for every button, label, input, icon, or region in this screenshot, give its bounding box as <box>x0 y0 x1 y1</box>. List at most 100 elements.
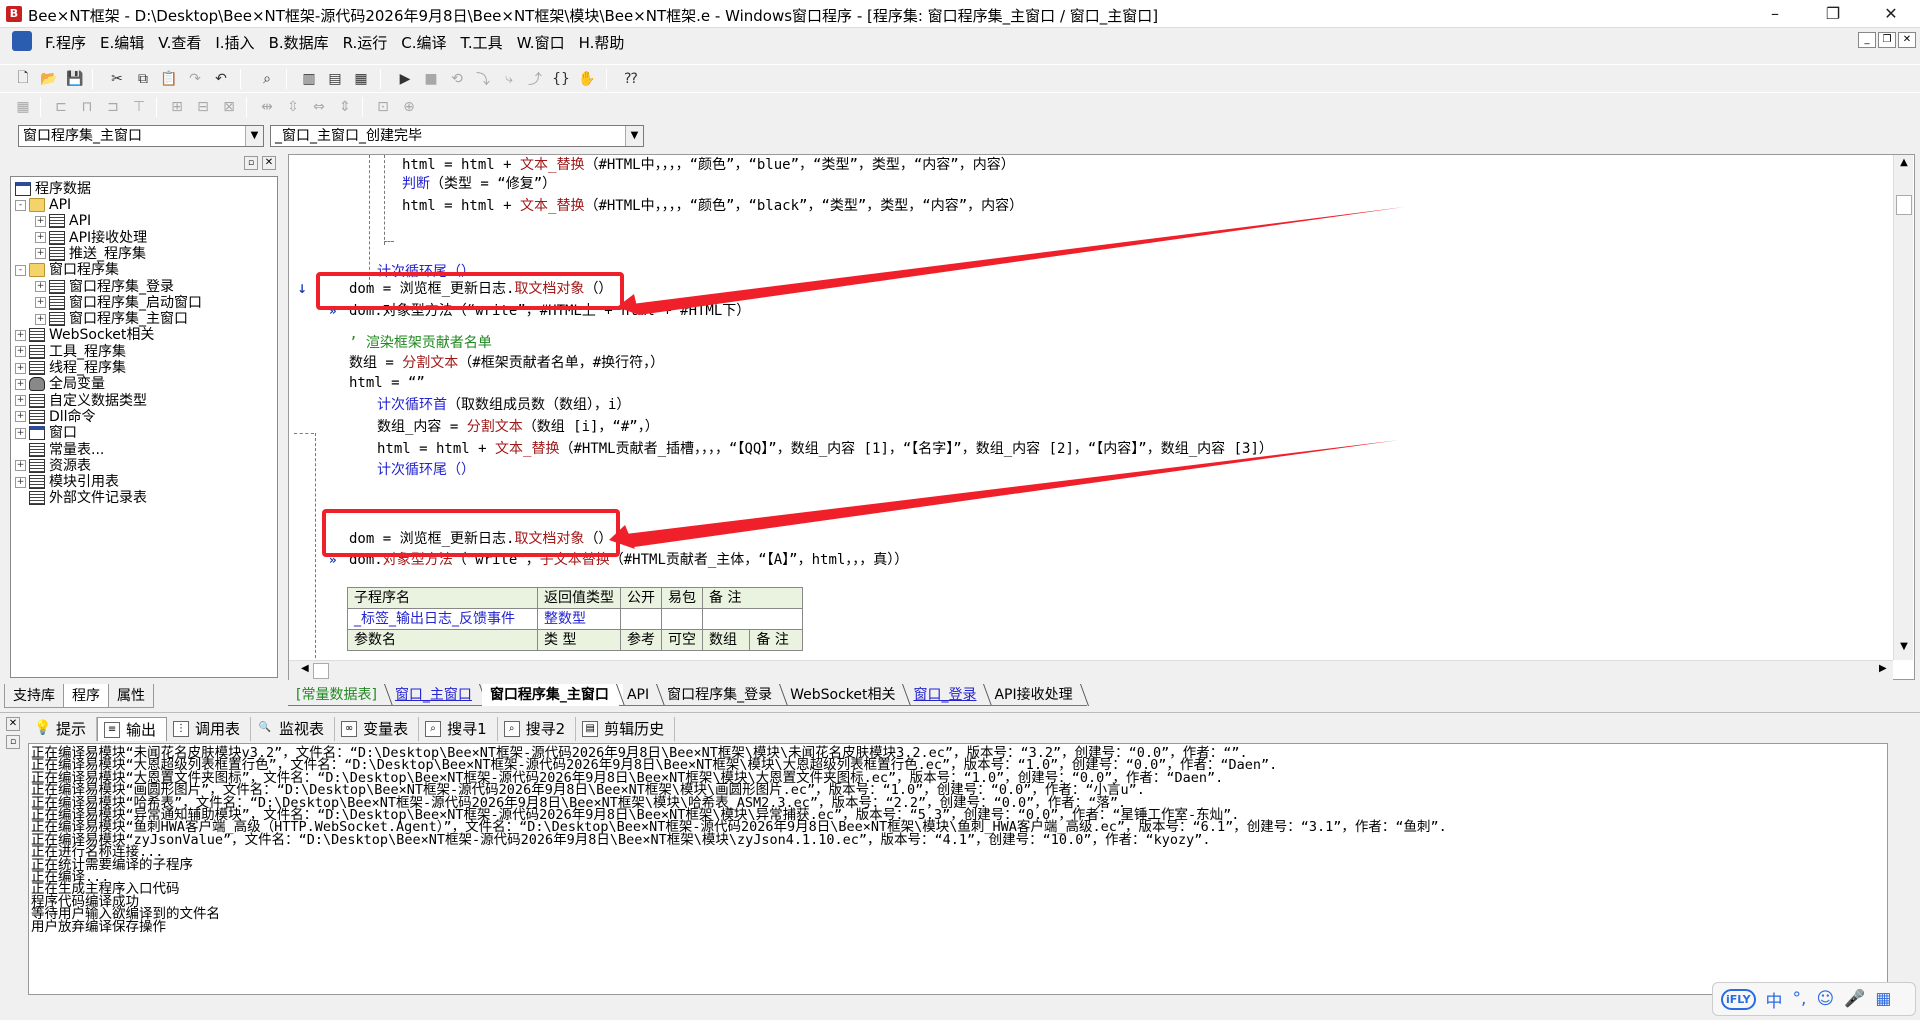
doc-tab-constants[interactable]: [常量数据表] <box>288 684 391 706</box>
align-top-icon[interactable]: ⊤ <box>128 96 150 118</box>
align-left-icon[interactable]: ⊏ <box>50 96 72 118</box>
align-right-icon[interactable]: ⊐ <box>102 96 124 118</box>
expand-icon[interactable]: + <box>15 329 26 341</box>
panel-close-icon[interactable]: ✕ <box>262 156 276 170</box>
menu-view[interactable]: V.查看 <box>151 32 208 53</box>
chevron-down-icon[interactable]: ▼ <box>625 126 643 146</box>
menu-help[interactable]: H.帮助 <box>572 32 632 53</box>
step-over-icon[interactable]: ⤷ <box>498 68 520 90</box>
panel-pin-icon[interactable]: ▫ <box>244 156 258 170</box>
expand-icon[interactable]: + <box>35 248 46 260</box>
tab-support-library[interactable]: 支持库 <box>4 684 64 708</box>
cut-icon[interactable]: ✂ <box>106 68 128 90</box>
menu-run[interactable]: R.运行 <box>336 32 395 53</box>
tree-node[interactable]: 外部文件记录表 <box>15 488 147 508</box>
same-size-icon[interactable]: ⊠ <box>218 96 240 118</box>
chevron-down-icon[interactable]: ▼ <box>245 126 263 146</box>
scroll-right-icon[interactable]: ▶ <box>1879 663 1887 674</box>
scroll-up-icon[interactable]: ▲ <box>1896 157 1912 173</box>
tab-properties[interactable]: 属性 <box>108 684 154 708</box>
open-folder-icon[interactable]: 📂 <box>38 68 60 90</box>
expand-icon[interactable]: + <box>35 232 46 244</box>
same-height-icon[interactable]: ⊟ <box>192 96 214 118</box>
doc-tab-api[interactable]: API <box>618 684 664 706</box>
layout-bottom-icon[interactable]: ▤ <box>324 68 346 90</box>
tab-hint[interactable]: 💡 提示 <box>28 717 98 741</box>
find-icon[interactable]: ⌕ <box>256 68 278 90</box>
expand-icon[interactable]: + <box>15 378 26 390</box>
save-icon[interactable]: 💾 <box>64 68 86 90</box>
collapse-icon[interactable]: - <box>15 199 26 211</box>
doc-tab-websocket[interactable]: WebSocket相关 <box>782 684 910 706</box>
doc-tab-api-handler[interactable]: API接收处理 <box>986 684 1087 706</box>
menu-database[interactable]: B.数据库 <box>262 32 336 53</box>
mdi-close-button[interactable]: ✕ <box>1898 32 1916 48</box>
run-icon[interactable]: ▶ <box>394 68 416 90</box>
expand-icon[interactable]: + <box>35 297 46 309</box>
redo-icon[interactable]: ↷ <box>184 68 206 90</box>
editor-horizontal-scrollbar[interactable]: ◀ ▶ <box>289 660 1893 680</box>
same-width-icon[interactable]: ⊞ <box>166 96 188 118</box>
braces-icon[interactable]: {} <box>550 68 572 90</box>
tab-search2[interactable]: ⌕ 搜寻2 <box>498 717 577 741</box>
expand-icon[interactable]: + <box>15 362 26 374</box>
undo-icon[interactable]: ↶ <box>210 68 232 90</box>
scroll-left-icon[interactable]: ◀ <box>301 663 309 674</box>
app-menu-icon[interactable] <box>12 31 32 51</box>
expand-icon[interactable]: + <box>35 281 46 292</box>
mdi-minimize-button[interactable]: _ <box>1858 32 1876 48</box>
expand-icon[interactable]: + <box>15 476 26 488</box>
class-combo[interactable]: 窗口程序集_主窗口 ▼ <box>18 125 264 147</box>
copy-icon[interactable]: ⧉ <box>132 68 154 90</box>
lock-icon[interactable]: ⊕ <box>398 96 420 118</box>
hand-icon[interactable]: ✋ <box>576 68 598 90</box>
expand-icon[interactable]: + <box>35 313 46 325</box>
step-icon[interactable]: ⟲ <box>446 68 468 90</box>
stop-icon[interactable]: ■ <box>420 68 442 90</box>
ime-mic-icon[interactable]: 🎤 <box>1844 989 1865 1009</box>
doc-tab-main-window[interactable]: 窗口_主窗口 <box>386 684 486 706</box>
scroll-down-icon[interactable]: ▼ <box>1896 641 1912 657</box>
ime-punct-toggle[interactable]: °, <box>1793 989 1807 1009</box>
expand-icon[interactable]: + <box>15 346 26 358</box>
space-v-icon[interactable]: ⇳ <box>282 96 304 118</box>
menu-window[interactable]: W.窗口 <box>510 32 572 53</box>
new-file-icon[interactable]: 🗋 <box>12 68 34 90</box>
center-h-icon[interactable]: ⇔ <box>308 96 330 118</box>
ime-logo-icon[interactable]: iFLY <box>1721 988 1756 1010</box>
minimize-button[interactable]: – <box>1746 0 1804 28</box>
tab-search1[interactable]: ⌕ 搜寻1 <box>419 717 498 741</box>
doc-tab-main-window-assembly[interactable]: 窗口程序集_主窗口 <box>481 684 623 706</box>
expand-icon[interactable]: + <box>15 427 26 439</box>
menu-insert[interactable]: I.插入 <box>208 32 261 53</box>
help-pointer-icon[interactable]: ⁇ <box>620 68 642 90</box>
paste-icon[interactable]: 📋 <box>158 68 180 90</box>
close-button[interactable]: ✕ <box>1862 0 1920 28</box>
expand-icon[interactable]: + <box>15 395 26 407</box>
menu-compile[interactable]: C.编译 <box>394 32 453 53</box>
scroll-thumb[interactable] <box>1896 195 1912 215</box>
step-out-icon[interactable]: ⤴ <box>524 68 546 90</box>
menu-tools[interactable]: T.工具 <box>454 32 510 53</box>
space-h-icon[interactable]: ⇹ <box>256 96 278 118</box>
expand-icon[interactable]: + <box>35 215 46 227</box>
collapse-icon[interactable]: - <box>15 264 26 276</box>
tab-output[interactable]: ≡ 输出 <box>97 717 168 741</box>
ime-lang-toggle[interactable]: 中 <box>1766 987 1783 1012</box>
align-center-icon[interactable]: ⊓ <box>76 96 98 118</box>
tab-order-icon[interactable]: ⊡ <box>372 96 394 118</box>
tab-clip-history[interactable]: ▤ 剪辑历史 <box>576 717 676 741</box>
ime-grid-icon[interactable]: ▦ <box>1875 989 1891 1009</box>
menu-edit[interactable]: E.编辑 <box>93 32 151 53</box>
scroll-thumb[interactable] <box>313 663 329 679</box>
layout-left-icon[interactable]: ▥ <box>298 68 320 90</box>
layout-full-icon[interactable]: ▦ <box>350 68 372 90</box>
mdi-restore-button[interactable]: ❐ <box>1878 32 1896 48</box>
tab-call-stack[interactable]: ⋮ 调用表 <box>167 717 252 741</box>
doc-tab-login-window[interactable]: 窗口_登录 <box>905 684 991 706</box>
method-combo[interactable]: _窗口_主窗口_创建完毕 ▼ <box>270 125 644 147</box>
expand-icon[interactable]: + <box>15 411 26 423</box>
expand-icon[interactable]: + <box>15 460 26 472</box>
panel-pin-icon[interactable]: ▫ <box>6 735 20 749</box>
ime-emoji-icon[interactable]: ☺ <box>1816 989 1834 1009</box>
